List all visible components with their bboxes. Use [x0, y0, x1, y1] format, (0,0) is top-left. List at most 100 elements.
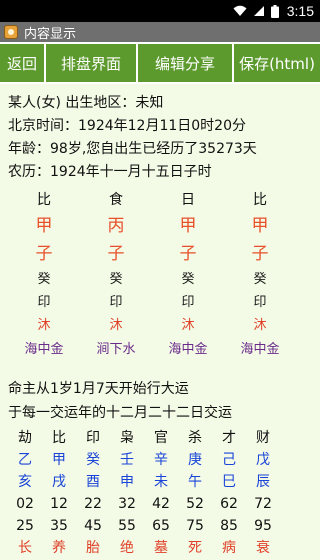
pillar-nayin: 海中金 [240, 342, 280, 357]
pillar-hidden-stem: 癸 [181, 272, 195, 287]
dayun-year: 45 [84, 518, 102, 534]
dayun-year: 65 [152, 518, 170, 534]
pillar-hidden-row: 癸 癸 癸 癸 [8, 268, 308, 291]
dayun-year: 75 [186, 518, 204, 534]
pillar-stage: 沐 [181, 318, 195, 333]
dayun-age: 52 [186, 496, 204, 512]
dayun-stem-row: 乙 甲 癸 壬 辛 庚 己 戊 [8, 449, 314, 471]
clock-time: 3:15 [286, 3, 314, 19]
dayun-age-row: 02 12 22 32 42 52 62 72 [8, 493, 314, 515]
pillar-branch-row: 子 子 子 子 [8, 240, 308, 268]
layout-button[interactable]: 排盘界面 [46, 44, 136, 82]
edit-share-button[interactable]: 编辑分享 [138, 44, 232, 82]
window-title: 内容显示 [24, 26, 77, 42]
dayun-year: 35 [50, 518, 68, 534]
dayun-stem: 戊 [256, 452, 270, 468]
pillar-god: 印 [109, 295, 123, 310]
dayun-stage: 病 [222, 540, 236, 556]
dayun-branch: 午 [188, 474, 202, 490]
dayun-stem: 庚 [188, 452, 202, 468]
dayun-god: 杀 [188, 430, 202, 446]
pillar-stem: 丙 [107, 216, 125, 236]
pillar-branch: 子 [251, 244, 269, 264]
beijing-time-line: 北京时间：1924年12月11日0时20分 [8, 118, 246, 134]
dayun-age: 22 [84, 496, 102, 512]
pillar-god-row: 印 印 印 印 [8, 291, 308, 314]
pillar-head: 日 [181, 192, 195, 208]
pillar-stem-row: 甲 丙 甲 甲 [8, 212, 308, 240]
chart-content: 某人(女) 出生地区：未知 北京时间：1924年12月11日0时20分 年龄：9… [0, 84, 320, 560]
dayun-start-line: 命主从1岁1月7天开始行大运 [8, 381, 189, 397]
dayun-age: 02 [16, 496, 34, 512]
dayun-branch: 申 [120, 474, 134, 490]
dayun-year-row: 25 35 45 55 65 75 85 95 [8, 515, 314, 537]
dayun-stage: 墓 [154, 540, 168, 556]
dayun-age: 42 [152, 496, 170, 512]
back-button[interactable]: 返回 [0, 44, 44, 82]
pillar-stem: 甲 [251, 216, 269, 236]
status-bar: 3:15 [0, 0, 320, 22]
pillar-hidden-stem: 癸 [253, 272, 267, 287]
dayun-year: 85 [220, 518, 238, 534]
pillar-branch: 子 [179, 244, 197, 264]
dayun-stage: 死 [188, 540, 202, 556]
pillar-head: 比 [253, 192, 267, 208]
pillar-branch: 子 [35, 244, 53, 264]
pillar-hidden-stem: 癸 [37, 272, 51, 287]
dayun-stage: 衰 [256, 540, 270, 556]
dayun-age: 32 [118, 496, 136, 512]
dayun-branch: 巳 [222, 474, 236, 490]
save-html-button[interactable]: 保存(html) [234, 44, 320, 82]
person-line: 某人(女) 出生地区：未知 [8, 95, 164, 111]
dayun-stem: 癸 [86, 452, 100, 468]
app-icon [4, 25, 18, 39]
pillar-god: 印 [37, 295, 51, 310]
wifi-icon [233, 5, 247, 17]
pillar-god: 印 [253, 295, 267, 310]
dayun-table: 劫 比 印 枭 官 杀 才 财 乙 甲 癸 壬 辛 庚 己 戊 亥 戌 酉 申 … [8, 427, 314, 559]
dayun-year: 55 [118, 518, 136, 534]
dayun-age: 72 [254, 496, 272, 512]
pillar-stage: 沐 [109, 318, 123, 333]
pillar-branch: 子 [107, 244, 125, 264]
pillar-head: 比 [37, 192, 51, 208]
dayun-branch: 未 [154, 474, 168, 490]
pillar-nayin: 涧下水 [96, 342, 136, 357]
dayun-age: 12 [50, 496, 68, 512]
pillar-head: 食 [109, 192, 123, 208]
dayun-stage-row: 长 养 胎 绝 墓 死 病 衰 [8, 537, 314, 559]
dayun-god: 财 [256, 430, 270, 446]
pillar-stage: 沐 [37, 318, 51, 333]
toolbar: 返回 排盘界面 编辑分享 保存(html) [0, 42, 320, 84]
signal-icon [253, 5, 265, 17]
pillar-stem: 甲 [179, 216, 197, 236]
dayun-branch: 亥 [18, 474, 32, 490]
dayun-god-row: 劫 比 印 枭 官 杀 才 财 [8, 427, 314, 449]
dayun-year: 25 [16, 518, 34, 534]
dayun-stage: 胎 [86, 540, 100, 556]
dayun-stage: 绝 [120, 540, 134, 556]
dayun-intro: 命主从1岁1月7天开始行大运 于每一交运年的十二月二十二日交运 [8, 377, 314, 425]
four-pillars: 比 食 日 比 甲 丙 甲 甲 子 子 子 子 癸 癸 癸 癸 印 印 印 印 [8, 188, 308, 363]
pillar-god: 印 [181, 295, 195, 310]
dayun-god: 比 [52, 430, 66, 446]
dayun-stem: 辛 [154, 452, 168, 468]
pillar-stage: 沐 [253, 318, 267, 333]
pillar-stem: 甲 [35, 216, 53, 236]
battery-icon [270, 4, 279, 18]
dayun-stage: 长 [18, 540, 32, 556]
dayun-stem: 甲 [52, 452, 66, 468]
pillar-nayin-row: 海中金 涧下水 海中金 海中金 [8, 337, 308, 363]
dayun-branch: 辰 [256, 474, 270, 490]
dayun-age: 62 [220, 496, 238, 512]
dayun-branch-row: 亥 戌 酉 申 未 午 巳 辰 [8, 471, 314, 493]
title-bar: 内容显示 [0, 22, 320, 42]
dayun-god: 才 [222, 430, 236, 446]
age-line: 年龄：98岁,您自出生已经历了35273天 [8, 141, 257, 157]
pillar-hidden-stem: 癸 [109, 272, 123, 287]
birth-info: 某人(女) 出生地区：未知 北京时间：1924年12月11日0时20分 年龄：9… [8, 92, 314, 184]
dayun-stage: 养 [52, 540, 66, 556]
dayun-year: 95 [254, 518, 272, 534]
pillar-stage-row: 沐 沐 沐 沐 [8, 314, 308, 337]
dayun-branch: 戌 [52, 474, 66, 490]
